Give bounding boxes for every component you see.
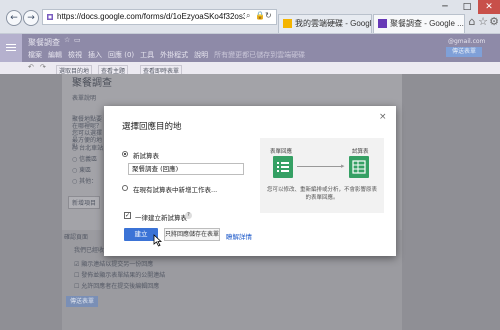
menu-responses[interactable]: 回應 (0) <box>108 50 134 60</box>
menu-icon <box>6 44 16 45</box>
bg-send-form-button: 傳送表單 <box>66 296 98 307</box>
radio-existing-spreadsheet[interactable] <box>122 185 128 191</box>
gear-icon[interactable]: ⚙ <box>488 16 500 28</box>
close-icon[interactable]: × <box>379 112 387 122</box>
minimize-button[interactable]: ─ <box>434 0 456 14</box>
menu-bar: 檔案 編輯 檢視 插入 回應 (0) 工具 外掛程式 說明 所有變更都已儲存到雲… <box>28 50 305 60</box>
menu-help[interactable]: 說明 <box>194 50 208 60</box>
forward-button[interactable]: → <box>23 10 39 26</box>
radio-new-spreadsheet[interactable] <box>122 151 128 157</box>
response-destination-dialog: 選擇回應目的地 × 新試算表 聚餐調查 (回應) 在現有試算表中新增工作表...… <box>104 106 396 256</box>
dialog-title: 選擇回應目的地 <box>122 122 182 132</box>
form-responses-icon <box>273 156 293 178</box>
url-text: https://docs.google.com/forms/d/1oEzyoaS… <box>57 12 245 21</box>
tab-forms[interactable]: 聚餐調查 - Google ... <box>373 14 465 33</box>
undo-icon[interactable]: ↶ <box>28 63 34 71</box>
option-2: ○ 信義區 <box>72 156 98 163</box>
always-new-sheet-checkbox[interactable]: ✓ <box>124 212 131 219</box>
google-drive-icon <box>283 19 292 29</box>
tab-google-drive[interactable]: 我的雲端硬碟 - Google ... <box>278 14 372 33</box>
menu-addons[interactable]: 外掛程式 <box>160 50 188 60</box>
spreadsheet-name-input[interactable]: 聚餐調查 (回應) <box>128 163 244 175</box>
save-status: 所有變更都已儲存到雲端硬碟 <box>214 51 306 59</box>
bg-button: 新增項目 <box>68 196 101 209</box>
menu-view[interactable]: 檢視 <box>68 50 82 60</box>
confirmation-label: 確認頁面 <box>64 234 89 241</box>
illus-caption: 您可以修改、重新編排或分析，不會影響原表的表單回應。 <box>266 187 377 201</box>
option-1: ○ 台北車站 <box>72 145 104 152</box>
menu-edit[interactable]: 編輯 <box>48 50 62 60</box>
option-4: ○ 其他： <box>72 178 98 185</box>
learn-more-link[interactable]: 瞭解詳情 <box>226 231 252 241</box>
menu-insert[interactable]: 插入 <box>88 50 102 60</box>
destination-illustration: 表單回應 試算表 ▸ 您可以修改、重新編排或分析，不會影響原表的表單回應。 <box>260 138 384 213</box>
keep-in-form-button[interactable]: 只將回應儲存在表單 <box>164 228 220 241</box>
illus-form-label: 表單回應 <box>270 149 293 155</box>
check-option-2: ☐ 發佈並顯示表單結果的公開連結 <box>74 272 166 279</box>
secure-page-icon <box>47 14 53 20</box>
app-menu-button[interactable] <box>0 34 22 62</box>
tab-label: 聚餐調查 - Google ... <box>390 19 464 28</box>
star-doc-icon[interactable]: ☆ <box>64 36 70 44</box>
menu-tools[interactable]: 工具 <box>140 50 154 60</box>
arrow-line <box>297 166 343 167</box>
menu-file[interactable]: 檔案 <box>28 50 42 60</box>
option-3: ○ 東區 <box>72 167 92 174</box>
back-arrow-icon: ← <box>10 13 18 23</box>
forward-arrow-icon: → <box>27 13 35 23</box>
tab-label: 我的雲端硬碟 - Google ... <box>295 19 372 28</box>
check-option-3: ☐ 允許回應者在提交後編輯回應 <box>74 283 160 290</box>
user-email: @gmail.com <box>448 38 486 45</box>
form-description: 表單說明 <box>72 95 97 102</box>
help-icon[interactable]: ? <box>185 212 192 219</box>
close-button[interactable]: ✕ <box>478 0 500 14</box>
mouse-cursor-icon <box>153 234 162 247</box>
arrow-right-icon: ▸ <box>341 162 345 170</box>
search-icon[interactable]: ⌕ <box>246 11 250 21</box>
address-bar[interactable]: https://docs.google.com/forms/d/1oEzyoaS… <box>42 9 277 25</box>
refresh-icon[interactable]: ↻ <box>265 11 272 20</box>
redo-icon[interactable]: ↷ <box>40 63 46 71</box>
doc-title[interactable]: 聚餐調查 <box>28 37 60 48</box>
always-new-sheet-label: 一律建立新試算表 <box>135 214 187 222</box>
lock-icon: 🔒 <box>255 11 265 20</box>
maximize-button[interactable]: □ <box>456 0 478 14</box>
google-forms-icon <box>378 19 387 29</box>
send-form-button[interactable]: 傳送表單 <box>446 47 482 57</box>
option-new-spreadsheet-label: 新試算表 <box>133 152 159 160</box>
form-title: 聚餐調查 <box>72 78 112 89</box>
folder-icon[interactable]: ▭ <box>74 36 81 44</box>
illus-sheet-label: 試算表 <box>352 149 369 155</box>
back-button[interactable]: ← <box>6 10 22 26</box>
check-option-1: ☑ 顯示連結以提交另一份回應 <box>74 261 154 268</box>
option-existing-spreadsheet-label: 在現有試算表中新增工作表... <box>133 186 218 194</box>
spreadsheet-icon <box>349 156 369 178</box>
